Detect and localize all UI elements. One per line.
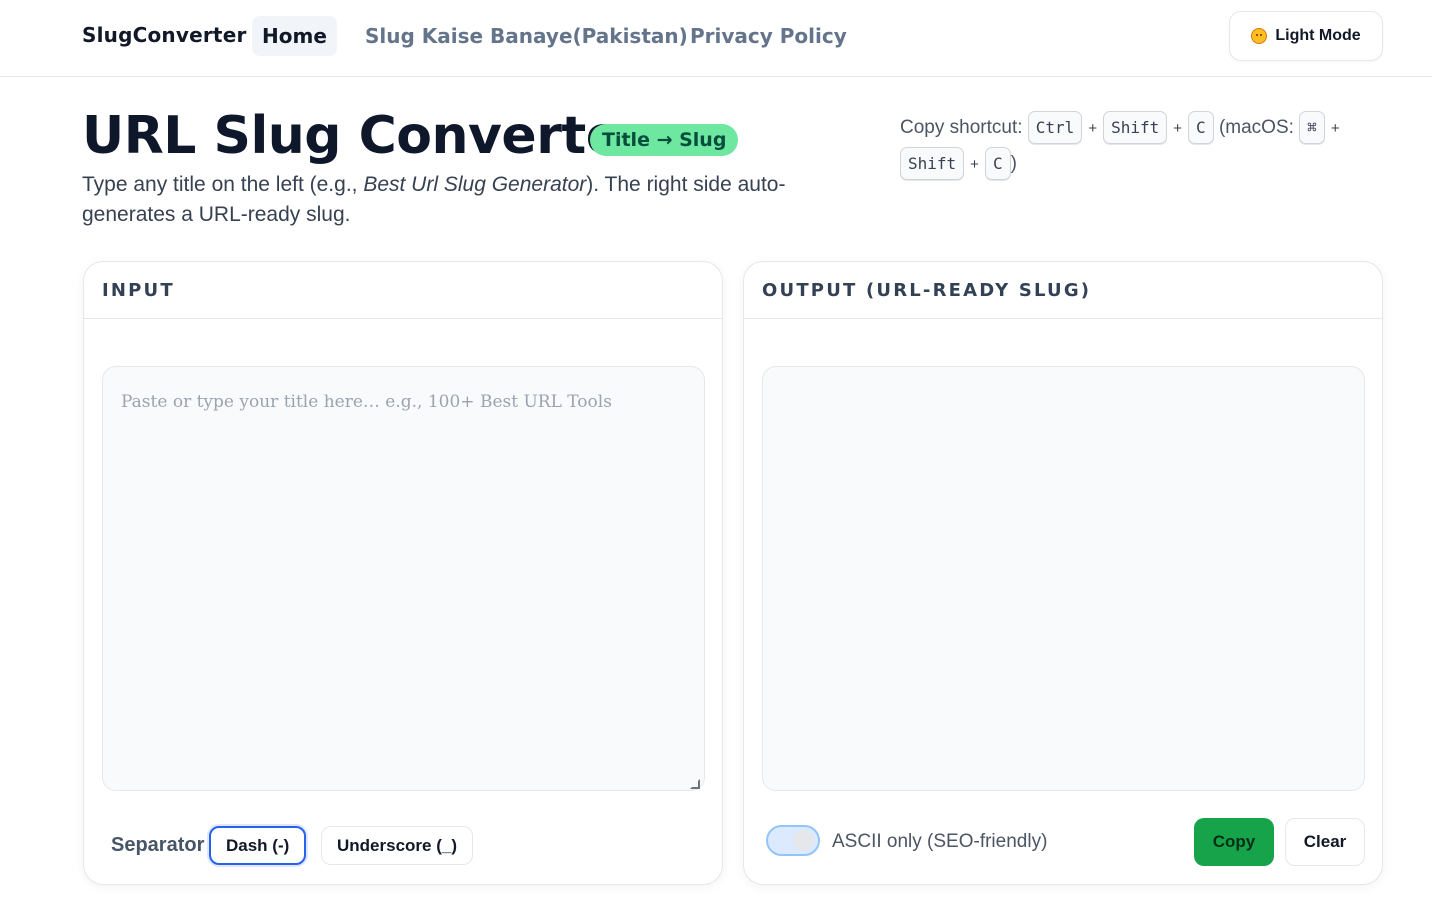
page-title: URL Slug Converter bbox=[82, 106, 646, 166]
kbd-ctrl: Ctrl bbox=[1027, 111, 1083, 145]
output-heading: OUTPUT (URL-READY SLUG) bbox=[744, 262, 1382, 319]
description-example: Best Url Slug Generator bbox=[363, 173, 587, 196]
kbd-plus: + bbox=[970, 156, 979, 173]
toggle-knob bbox=[793, 830, 814, 851]
copy-shortcut-hint: Copy shortcut: Ctrl + Shift + C (macOS: ⌘ + S… bbox=[900, 110, 1390, 182]
input-heading: INPUT bbox=[84, 262, 722, 319]
input-card: INPUT Separator Dash (-) Underscore (_) bbox=[83, 261, 723, 885]
shortcut-close: ) bbox=[1010, 153, 1017, 174]
nav-link-slug-kaise-banaye[interactable]: Slug Kaise Banaye(Pakistan) bbox=[355, 16, 698, 56]
kbd-c: C bbox=[1188, 111, 1214, 145]
top-navbar: SlugConverter Home Slug Kaise Banaye(Pak… bbox=[0, 0, 1432, 77]
output-card: OUTPUT (URL-READY SLUG) ASCII only (SEO-… bbox=[743, 261, 1383, 885]
kbd-command-icon: ⌘ bbox=[1299, 111, 1325, 145]
title-input[interactable] bbox=[102, 366, 705, 791]
ascii-only-label: ASCII only (SEO-friendly) bbox=[832, 831, 1048, 852]
nav-link-privacy-policy[interactable]: Privacy Policy bbox=[680, 16, 857, 56]
nav-link-home[interactable]: Home bbox=[252, 16, 337, 56]
kbd-plus: + bbox=[1088, 120, 1098, 137]
shortcut-label: Copy shortcut: bbox=[900, 117, 1023, 138]
copy-button[interactable]: Copy bbox=[1194, 818, 1274, 866]
ascii-only-toggle[interactable] bbox=[766, 825, 820, 856]
kbd-shift: Shift bbox=[1103, 111, 1168, 145]
brand-logo[interactable]: SlugConverter bbox=[82, 23, 247, 47]
smiling-face-icon bbox=[1251, 28, 1268, 44]
theme-toggle-button[interactable]: Light Mode bbox=[1229, 11, 1383, 61]
title-slug-badge: Title → Slug bbox=[590, 124, 739, 156]
macos-label: (macOS: bbox=[1218, 117, 1294, 138]
clear-button[interactable]: Clear bbox=[1285, 818, 1365, 866]
separator-dash-button[interactable]: Dash (-) bbox=[209, 826, 307, 865]
kbd-shift-mac: Shift bbox=[900, 147, 965, 181]
separator-label: Separator bbox=[111, 834, 205, 856]
kbd-c-mac: C bbox=[984, 147, 1011, 181]
kbd-plus: + bbox=[1330, 120, 1340, 137]
separator-underscore-button[interactable]: Underscore (_) bbox=[321, 826, 473, 865]
kbd-plus: + bbox=[1173, 120, 1183, 137]
slug-output[interactable] bbox=[762, 366, 1365, 791]
description-prefix: Type any title on the left (e.g., bbox=[82, 173, 364, 196]
page-description: Type any title on the left (e.g., Best U… bbox=[82, 170, 822, 230]
theme-toggle-label: Light Mode bbox=[1275, 27, 1361, 44]
